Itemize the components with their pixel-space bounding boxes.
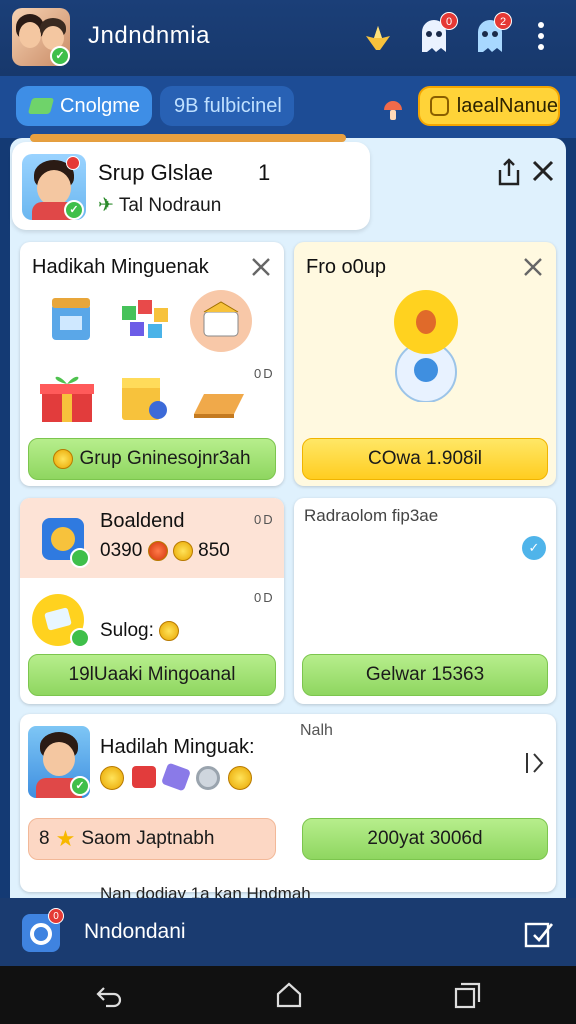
ring-icon: [196, 766, 220, 790]
ticket-icon: [430, 96, 449, 116]
tab-label: 9B fulbicinel: [174, 94, 282, 117]
gem-icon: [160, 762, 192, 792]
coin-icon: [100, 766, 124, 790]
app-title: Jndndnmia: [88, 22, 210, 49]
ghost-notification-icon[interactable]: 0: [414, 12, 458, 56]
mascot-icon[interactable]: [386, 286, 466, 402]
bird-icon[interactable]: [360, 20, 396, 56]
verified-check-icon: ✓: [64, 200, 84, 220]
home-icon[interactable]: [274, 980, 304, 1010]
tab-label: Cnolgme: [60, 94, 141, 117]
recents-icon[interactable]: [452, 980, 482, 1010]
daily-avatar[interactable]: ✓: [28, 726, 90, 798]
close-icon[interactable]: [522, 256, 544, 278]
edit-icon[interactable]: [522, 918, 554, 950]
bonus-od-label: 0D: [254, 512, 275, 527]
coin-icon: [228, 766, 252, 790]
tab-fulbicinel[interactable]: 9B fulbicinel: [160, 86, 294, 126]
ruby-icon: [147, 540, 168, 561]
bottom-label: Nndondani: [84, 920, 186, 943]
radar-title: Radraolom fip3ae: [304, 506, 439, 525]
tab-bar: Cnolgme 9B fulbicinel laealNanue: [0, 76, 576, 138]
daily-left-button[interactable]: 8 ★ Saom Japtnabh: [28, 818, 276, 860]
bonus-values: 0390 850: [100, 540, 230, 561]
verified-check-icon: ✓: [70, 776, 90, 796]
yellow-box-gift-icon[interactable]: [118, 374, 170, 424]
gift-icon: [132, 766, 156, 788]
group-badge-icon: [66, 156, 80, 170]
sulog-button[interactable]: 19lUaaki Mingoanal: [28, 654, 276, 696]
coin-icon: [172, 540, 193, 561]
group-member-count: 1: [258, 160, 271, 185]
daily-title: Hadilah Minguak:: [100, 736, 255, 758]
group-pet-button[interactable]: COwa 1.908il: [302, 438, 548, 480]
folder-icon: [27, 98, 55, 114]
chevron-right-icon[interactable]: [524, 750, 546, 776]
checkmark-icon[interactable]: ✓: [522, 536, 546, 560]
sulog-label: Sulog:: [100, 620, 180, 642]
group-subtitle: ✈ Tal Nodraun: [98, 194, 221, 217]
present-gift-icon[interactable]: [36, 370, 98, 426]
group-pet-title: Fro o0up: [306, 256, 387, 278]
note-coin-icon[interactable]: [30, 592, 90, 650]
close-icon[interactable]: [250, 256, 272, 278]
cubes-gift-icon[interactable]: [118, 296, 172, 342]
gifts-od-label: 0D: [254, 366, 275, 381]
mushroom-icon[interactable]: [382, 98, 404, 122]
cabinet-gift-icon[interactable]: [46, 294, 96, 344]
ghost-notification-icon-2[interactable]: 2: [470, 12, 512, 56]
people-icon: ✈: [98, 195, 114, 216]
selected-gift-highlight[interactable]: [190, 290, 252, 352]
notification-badge: 0: [48, 908, 64, 924]
group-avatar[interactable]: ✓: [22, 154, 86, 220]
notification-badge: 0: [440, 12, 458, 30]
coin-icon: [159, 620, 180, 641]
camera-bonus-icon[interactable]: [38, 510, 92, 568]
close-icon[interactable]: [530, 158, 556, 184]
star-icon: ★: [55, 826, 76, 851]
tab-cnolgme[interactable]: Cnolgme: [16, 86, 152, 126]
camera-app-icon[interactable]: 0: [22, 908, 64, 952]
panel-accent-strip: [30, 134, 346, 142]
daily-right-button[interactable]: 200yat 3006d: [302, 818, 548, 860]
share-icon[interactable]: [496, 158, 522, 186]
group-name: Srup Glslae: [98, 160, 213, 185]
more-menu-icon[interactable]: [532, 22, 550, 52]
verified-check-icon: ✓: [50, 46, 70, 66]
tab-label: laealNanue: [456, 94, 558, 117]
tray-gift-icon[interactable]: [190, 390, 248, 420]
gelwar-button[interactable]: Gelwar 15363: [302, 654, 548, 696]
bonus-title: Boaldend: [100, 510, 185, 532]
sulog-od-label: 0D: [254, 590, 275, 605]
profile-avatar[interactable]: ✓: [12, 8, 70, 66]
back-icon[interactable]: [94, 980, 124, 1010]
gifts-card-title: Hadikah Minguenak: [32, 256, 209, 278]
tab-laealnanue[interactable]: laealNanue: [418, 86, 560, 126]
group-subtitle-text: Tal Nodraun: [118, 195, 222, 216]
group-gift-button[interactable]: Grup Gninesojnr3ah: [28, 438, 276, 480]
daily-rewards-row: [100, 762, 252, 792]
daily-note: Nalh: [300, 722, 333, 739]
box-gift-icon: [203, 301, 239, 337]
coin-icon: [53, 449, 74, 469]
notification-badge: 2: [494, 12, 512, 30]
